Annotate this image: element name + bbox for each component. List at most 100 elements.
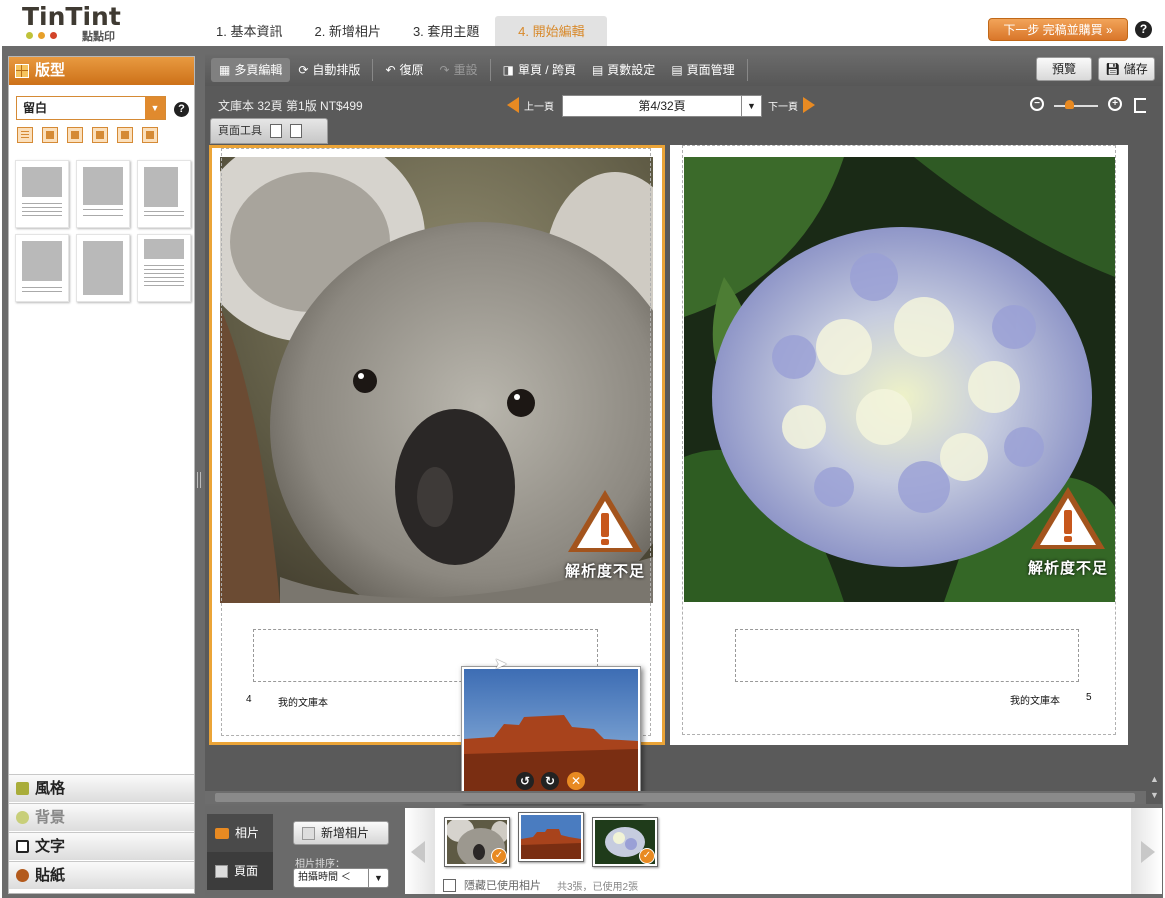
toolbar-divider: [372, 59, 374, 81]
style-icon: [16, 782, 29, 795]
help-icon[interactable]: ?: [1135, 21, 1152, 38]
layout-three-photo-icon[interactable]: [92, 127, 108, 143]
step-start-editing[interactable]: 4. 開始編輯: [495, 16, 608, 46]
step-basic-info[interactable]: 1. 基本資訊: [200, 16, 298, 46]
zoom-out-icon[interactable]: −: [1030, 97, 1044, 111]
layout-thumbnail[interactable]: [76, 160, 130, 228]
layout-thumbnail[interactable]: [76, 234, 130, 302]
undo-icon: ↶: [385, 63, 396, 77]
page-count-settings-button[interactable]: ▤ 頁數設定: [584, 58, 663, 82]
single-spread-label: 單頁 / 跨頁: [517, 63, 576, 77]
page-settings-icon: ▤: [591, 63, 604, 77]
paste-icon[interactable]: [290, 124, 302, 138]
page-number: 4: [246, 694, 252, 705]
photo-thumbnail-desert[interactable]: [518, 812, 584, 862]
vertical-scrollbar[interactable]: ▲ ▼: [1146, 86, 1162, 804]
tab-pages[interactable]: 頁面: [207, 852, 273, 890]
scroll-down-icon[interactable]: ▼: [1150, 790, 1159, 800]
next-step-checkout-button[interactable]: 下一步 完稿並購買 »: [988, 18, 1128, 41]
layout-help-icon[interactable]: ?: [174, 102, 189, 117]
auto-layout-label: 自動排版: [312, 63, 361, 77]
copy-icon[interactable]: [270, 124, 282, 138]
add-photo-button[interactable]: 新增相片: [293, 821, 389, 845]
photo-sort-select[interactable]: 拍攝時間 ＜ ▼: [293, 868, 389, 888]
prev-page-button[interactable]: 上一頁: [507, 97, 554, 113]
right-page[interactable]: 解析度不足 我的文庫本 5: [670, 145, 1128, 745]
mouse-cursor-icon: ➤: [494, 656, 508, 673]
strip-scroll-left[interactable]: [405, 808, 435, 894]
tab-photos[interactable]: 相片: [207, 814, 273, 852]
redo-button[interactable]: ↷ 重設: [432, 58, 486, 82]
category-background[interactable]: 背景: [9, 803, 194, 831]
redo-icon: ↷: [439, 63, 450, 77]
photo-sort-value: 拍攝時間 ＜: [298, 872, 351, 883]
multi-page-edit-label: 多頁編輯: [234, 63, 283, 77]
page-tools-bar: 頁面工具: [210, 118, 328, 144]
category-sticker-label: 貼紙: [35, 866, 66, 884]
layout-two-photo-icon[interactable]: [67, 127, 83, 143]
category-style-label: 風格: [35, 779, 66, 797]
camera-icon: [215, 827, 229, 839]
logo-dots: [26, 32, 57, 39]
save-button[interactable]: 💾︎ 儲存: [1098, 57, 1155, 81]
layout-one-photo-icon[interactable]: [42, 127, 58, 143]
layout-thumbnail[interactable]: [137, 160, 191, 228]
hide-used-checkbox[interactable]: [443, 878, 456, 892]
layout-thumbnail[interactable]: [15, 234, 69, 302]
layout-thumbnail[interactable]: [15, 160, 69, 228]
preview-button[interactable]: 預覽: [1036, 57, 1092, 81]
tintint-logo[interactable]: TinTint 點點印: [22, 4, 132, 44]
arrow-left-icon: [507, 97, 519, 113]
arrow-left-icon: [411, 841, 425, 863]
page-footer-title: 我的文庫本: [1010, 696, 1060, 707]
page-number: 5: [1086, 692, 1092, 703]
layout-four-photo-icon[interactable]: [117, 127, 133, 143]
page-management-label: 頁面管理: [686, 63, 735, 77]
layout-thumbnail[interactable]: [137, 234, 191, 302]
auto-layout-button[interactable]: ⟳ 自動排版: [290, 58, 368, 82]
horizontal-scrollbar[interactable]: [205, 791, 1146, 804]
tab-pages-label: 頁面: [234, 864, 259, 878]
panel-header: 版型: [9, 57, 194, 85]
category-text-label: 文字: [35, 837, 66, 855]
step-add-photos[interactable]: 2. 新增相片: [298, 16, 396, 46]
scrollbar-thumb[interactable]: [215, 793, 1135, 802]
layout-six-photo-icon[interactable]: [142, 127, 158, 143]
scroll-up-icon[interactable]: ▲: [1150, 774, 1159, 784]
page-select[interactable]: 第4/32頁 ▼: [562, 95, 762, 117]
layout-panel: 版型 留白 ▼ ? 風格 背景 文字 貼紙: [8, 56, 195, 894]
layout-text-only-icon[interactable]: [17, 127, 33, 143]
single-spread-toggle-button[interactable]: ◨ 單頁 / 跨頁: [495, 58, 584, 82]
step-apply-theme[interactable]: 3. 套用主題: [397, 16, 495, 46]
zoom-slider-handle[interactable]: [1065, 100, 1074, 109]
page-safe-area: [682, 145, 1116, 735]
photo-thumbnail-hydrangea[interactable]: ✓: [592, 817, 658, 867]
photo-thumbnail-koala[interactable]: ✓: [444, 817, 510, 868]
chevron-down-icon: ▼: [741, 96, 761, 116]
next-page-label: 下一頁: [768, 101, 798, 113]
hide-used-label: 隱藏已使用相片: [464, 880, 541, 892]
arrow-right-icon: [803, 97, 815, 113]
zoom-in-icon[interactable]: +: [1108, 97, 1122, 111]
arrow-right-icon: [1141, 841, 1155, 863]
multi-page-edit-button[interactable]: ▦ 多頁編輯: [211, 58, 291, 82]
hide-used-photos-toggle[interactable]: 隱藏已使用相片: [443, 877, 541, 893]
smiley-icon: [16, 869, 29, 882]
rotate-left-icon[interactable]: ↺: [516, 772, 534, 790]
spread-icon: ◨: [502, 63, 514, 77]
strip-scroll-right[interactable]: [1131, 808, 1161, 894]
remove-photo-icon[interactable]: ✕: [567, 772, 585, 790]
panel-resize-handle[interactable]: [197, 472, 201, 488]
page-management-button[interactable]: ▤ 頁面管理: [663, 58, 742, 82]
left-page[interactable]: 解析度不足 4 我的文庫本: [209, 145, 665, 745]
undo-button[interactable]: ↶ 復原: [377, 58, 431, 82]
layout-grid-icon: [15, 64, 29, 78]
category-sticker[interactable]: 貼紙: [9, 861, 194, 889]
category-style[interactable]: 風格: [9, 774, 194, 802]
category-text[interactable]: 文字: [9, 832, 194, 860]
zoom-slider-track[interactable]: [1054, 105, 1098, 107]
layout-style-select[interactable]: 留白 ▼: [16, 96, 166, 120]
next-page-button[interactable]: 下一頁: [768, 97, 815, 113]
dragged-photo-preview[interactable]: ↺ ↻ ✕: [461, 666, 641, 802]
rotate-right-icon[interactable]: ↻: [541, 772, 559, 790]
